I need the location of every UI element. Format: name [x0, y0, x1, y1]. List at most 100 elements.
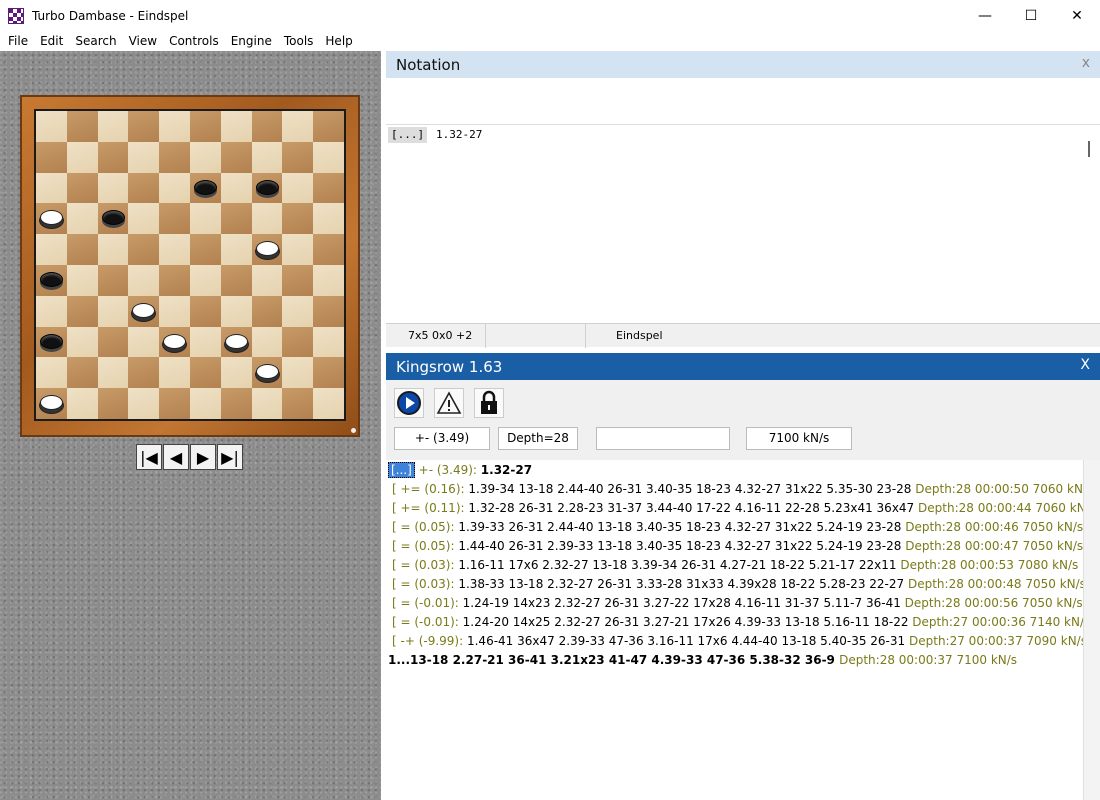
board-square[interactable]	[282, 172, 314, 204]
board-square[interactable]	[36, 326, 67, 358]
board-square[interactable]	[282, 357, 314, 389]
board-square[interactable]	[313, 203, 344, 235]
board-square[interactable]	[189, 111, 221, 142]
board-square[interactable]	[251, 264, 283, 296]
black-piece[interactable]	[40, 333, 63, 349]
board-square[interactable]	[97, 141, 129, 173]
board-square[interactable]	[36, 388, 67, 419]
board-square[interactable]	[251, 111, 283, 142]
board-square[interactable]	[313, 388, 344, 419]
board-square[interactable]	[251, 295, 283, 327]
notation-moves-area[interactable]: [...] 1.32-27	[386, 125, 1100, 323]
analysis-final-line[interactable]: 1...13-18 2.27-21 36-41 3.21x23 41-47 4.…	[388, 651, 1017, 670]
board-square[interactable]	[36, 172, 67, 204]
board-square[interactable]	[128, 141, 160, 173]
board-square[interactable]	[189, 264, 221, 296]
board-square[interactable]	[66, 111, 98, 142]
board-square[interactable]	[282, 234, 314, 265]
board-square[interactable]	[282, 295, 314, 327]
board-square[interactable]	[189, 203, 221, 235]
board-square[interactable]	[97, 295, 129, 327]
board-square[interactable]	[313, 141, 344, 173]
analysis-line[interactable]: [ = (0.05): 1.39-33 26-31 2.44-40 13-18 …	[392, 518, 1092, 537]
board-square[interactable]	[66, 357, 98, 389]
board-square[interactable]	[251, 357, 283, 389]
board-square[interactable]	[128, 295, 160, 327]
board-square[interactable]	[159, 326, 190, 358]
board-square[interactable]	[220, 172, 252, 204]
board-square[interactable]	[66, 141, 98, 173]
board-square[interactable]	[313, 357, 344, 389]
maximize-button[interactable]: ☐	[1008, 0, 1054, 31]
board-square[interactable]	[97, 357, 129, 389]
board-square[interactable]	[97, 172, 129, 204]
analysis-line[interactable]: [ += (0.11): 1.32-28 26-31 2.28-23 31-37…	[392, 499, 1100, 518]
board-square[interactable]	[128, 264, 160, 296]
board-square[interactable]	[97, 388, 129, 419]
board-square[interactable]	[189, 141, 221, 173]
board-square[interactable]	[220, 388, 252, 419]
board-square[interactable]	[282, 388, 314, 419]
board-square[interactable]	[251, 326, 283, 358]
board-square[interactable]	[251, 388, 283, 419]
analysis-line[interactable]: [ = (0.03): 1.38-33 13-18 2.32-27 26-31 …	[392, 575, 1094, 594]
board-square[interactable]	[97, 111, 129, 142]
board-square[interactable]	[189, 388, 221, 419]
board-square[interactable]	[313, 326, 344, 358]
white-piece[interactable]	[224, 333, 248, 349]
black-piece[interactable]	[101, 210, 125, 226]
white-piece[interactable]	[40, 395, 63, 411]
board-square[interactable]	[251, 234, 283, 265]
board-square[interactable]	[36, 203, 67, 235]
board-square[interactable]	[66, 326, 98, 358]
board-square[interactable]	[36, 264, 67, 296]
board-square[interactable]	[159, 141, 190, 173]
white-piece[interactable]	[132, 302, 156, 318]
board-square[interactable]	[282, 141, 314, 173]
board-square[interactable]	[282, 326, 314, 358]
board-square[interactable]	[313, 111, 344, 142]
board-square[interactable]	[128, 357, 160, 389]
board-square[interactable]	[313, 234, 344, 265]
board-square[interactable]	[159, 388, 190, 419]
board-square[interactable]	[282, 203, 314, 235]
board-square[interactable]	[313, 295, 344, 327]
analysis-best-line[interactable]: [...] +- (3.49): 1.32-27	[388, 461, 532, 480]
analysis-line[interactable]: [ = (-0.01): 1.24-20 14x25 2.32-27 26-31…	[392, 613, 1099, 632]
board-square[interactable]	[220, 326, 252, 358]
board-square[interactable]	[220, 264, 252, 296]
lock-button[interactable]	[474, 388, 504, 418]
board-square[interactable]	[128, 388, 160, 419]
board-square[interactable]	[282, 264, 314, 296]
next-move-button[interactable]: ▶	[190, 444, 216, 470]
analysis-line[interactable]: [ = (-0.01): 1.24-19 14x23 2.32-27 26-31…	[392, 594, 1091, 613]
engine-analysis[interactable]: [...] +- (3.49): 1.32-27 [ += (0.16): 1.…	[386, 460, 1100, 800]
board-square[interactable]	[159, 264, 190, 296]
black-piece[interactable]	[193, 179, 217, 195]
menu-engine[interactable]: Engine	[225, 31, 278, 51]
last-move-button[interactable]: ▶|	[217, 444, 243, 470]
board-square[interactable]	[189, 234, 221, 265]
notation-close-button[interactable]: x	[1082, 55, 1090, 71]
menu-tools[interactable]: Tools	[278, 31, 320, 51]
board-square[interactable]	[66, 295, 98, 327]
analysis-scrollbar[interactable]	[1083, 460, 1100, 800]
close-button[interactable]: ✕	[1054, 0, 1100, 31]
engine-close-button[interactable]: X	[1080, 357, 1090, 373]
board-square[interactable]	[128, 111, 160, 142]
board-square[interactable]	[159, 234, 190, 265]
white-piece[interactable]	[255, 241, 279, 257]
white-piece[interactable]	[163, 333, 187, 349]
board-square[interactable]	[313, 172, 344, 204]
board-square[interactable]	[159, 357, 190, 389]
board-square[interactable]	[220, 234, 252, 265]
white-piece[interactable]	[255, 364, 279, 380]
black-piece[interactable]	[40, 271, 63, 287]
board-square[interactable]	[128, 234, 160, 265]
menu-controls[interactable]: Controls	[163, 31, 225, 51]
board-square[interactable]	[97, 264, 129, 296]
board-square[interactable]	[220, 203, 252, 235]
white-piece[interactable]	[40, 210, 63, 226]
board-square[interactable]	[159, 172, 190, 204]
notation-bracket[interactable]: [...]	[388, 127, 428, 143]
